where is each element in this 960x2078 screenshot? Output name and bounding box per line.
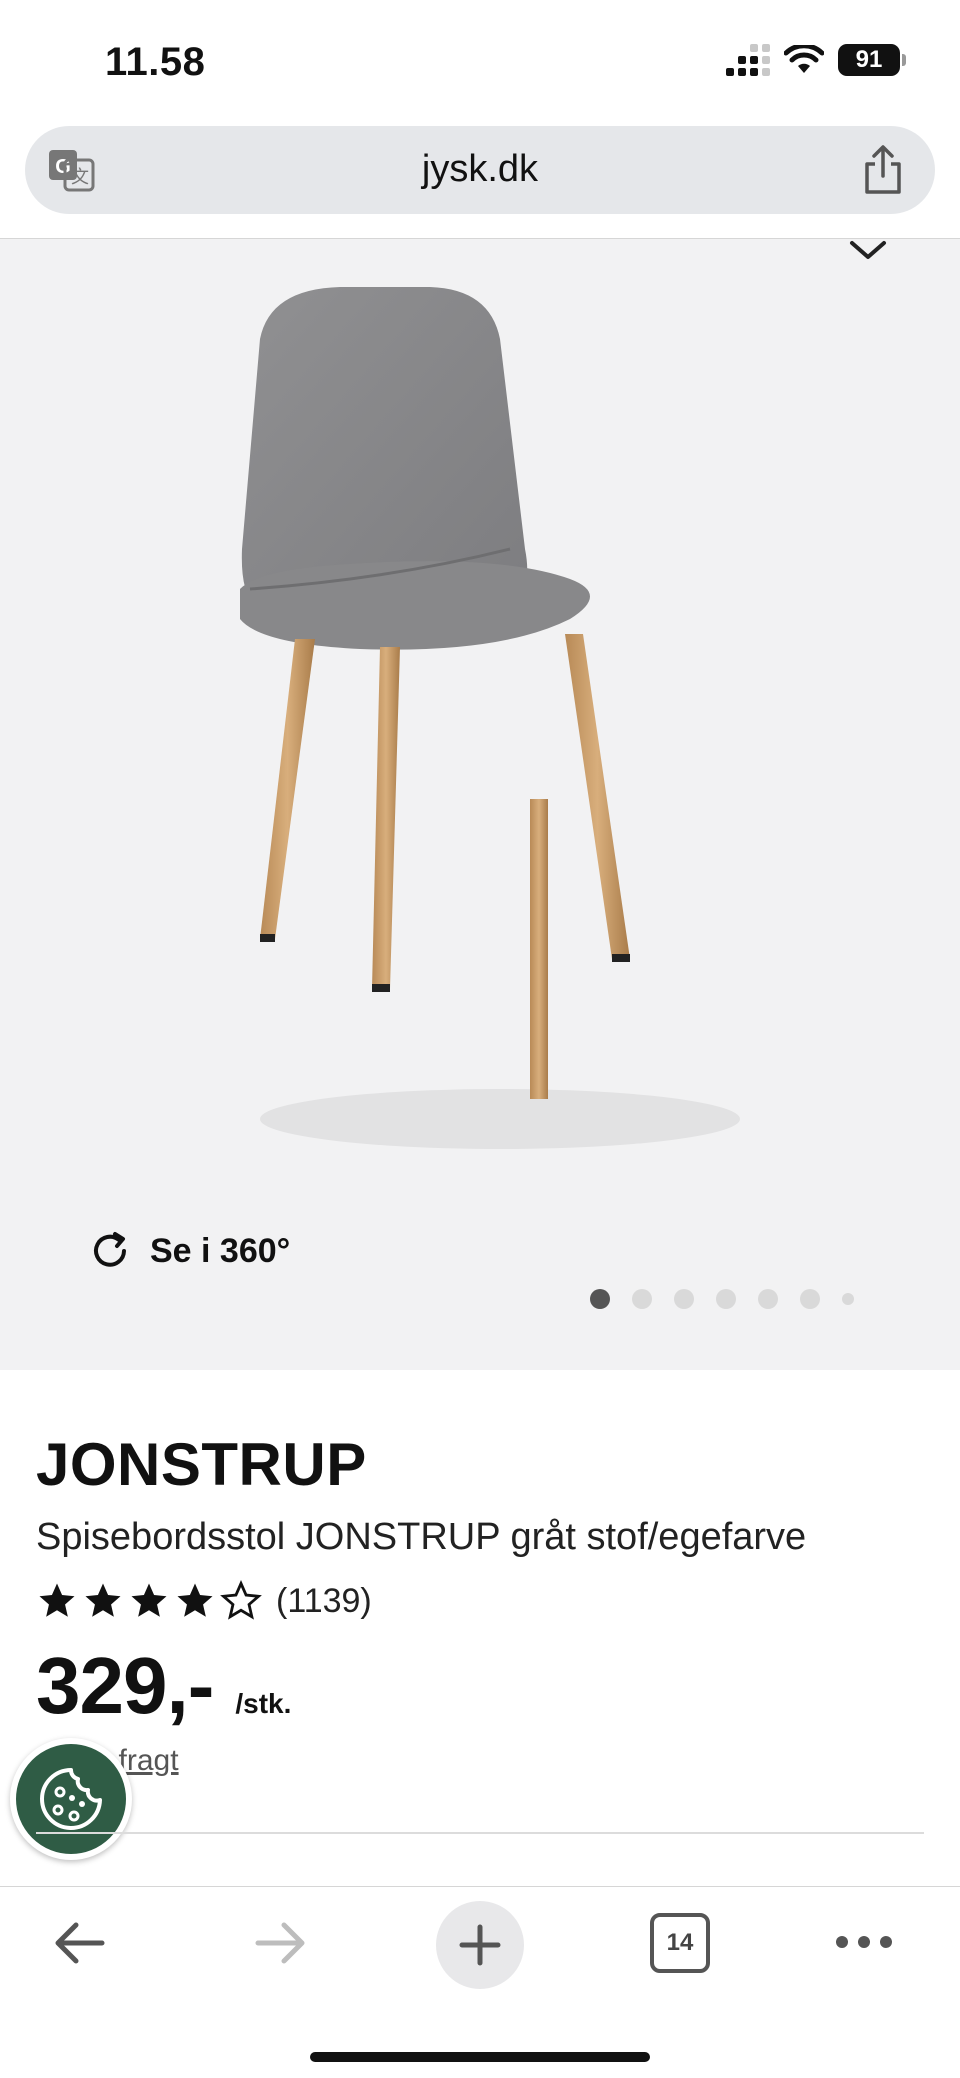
star-filled-icon <box>39 1583 75 1617</box>
url-text[interactable]: jysk.dk <box>25 148 935 191</box>
battery-icon: 91 <box>838 44 906 76</box>
price-value: 329,- <box>36 1641 214 1730</box>
cellular-signal-icon <box>726 44 770 76</box>
forward-arrow-icon[interactable] <box>250 1913 310 1973</box>
tab-count-button[interactable]: 14 <box>650 1913 710 1973</box>
product-rating[interactable]: (1139) <box>36 1580 372 1622</box>
gallery-dot[interactable] <box>632 1289 652 1309</box>
star-filled-icon <box>131 1583 167 1617</box>
chevron-down-icon[interactable] <box>848 239 888 263</box>
star-filled-icon <box>85 1583 121 1617</box>
gallery-dot[interactable] <box>674 1289 694 1309</box>
cookie-icon <box>40 1768 102 1830</box>
price-unit: /stk. <box>235 1688 292 1719</box>
status-icons: 91 <box>726 44 906 76</box>
divider <box>36 1832 924 1834</box>
cookie-settings-button[interactable] <box>10 1738 132 1860</box>
gallery-pagination[interactable] <box>590 1289 854 1309</box>
more-icon[interactable] <box>836 1927 896 1957</box>
gallery-dot[interactable] <box>716 1289 736 1309</box>
home-indicator <box>310 2052 650 2062</box>
gallery-dot[interactable] <box>842 1293 854 1305</box>
rotate-360-icon <box>94 1232 126 1267</box>
status-bar: 11.58 91 <box>0 0 960 118</box>
product-subtitle: Spisebordsstol JONSTRUP gråt stof/egefar… <box>36 1516 807 1558</box>
plus-icon <box>459 1924 501 1966</box>
wifi-icon <box>784 45 824 73</box>
product-price: 329,- /stk. <box>36 1640 291 1732</box>
gallery-dot[interactable] <box>590 1289 610 1309</box>
browser-toolbar: 14 <box>0 1887 960 2078</box>
gallery-dot[interactable] <box>758 1289 778 1309</box>
star-filled-icon <box>177 1583 213 1617</box>
star-empty-icon <box>220 1580 262 1620</box>
view-360-label: Se i 360° <box>150 1231 291 1270</box>
chair-image <box>240 287 740 1149</box>
new-tab-button[interactable] <box>436 1901 524 1989</box>
share-icon[interactable] <box>861 144 905 196</box>
gallery-dot[interactable] <box>800 1289 820 1309</box>
address-bar[interactable]: G 文 jysk.dk <box>25 126 935 214</box>
rating-stars <box>36 1580 262 1622</box>
view-360-button[interactable]: Se i 360° <box>88 1229 290 1273</box>
back-arrow-icon[interactable] <box>50 1913 110 1973</box>
status-time: 11.58 <box>105 40 206 84</box>
product-title: JONSTRUP <box>36 1431 367 1498</box>
rating-count[interactable]: (1139) <box>276 1582 372 1621</box>
product-image-gallery[interactable]: Se i 360° <box>0 239 960 1370</box>
